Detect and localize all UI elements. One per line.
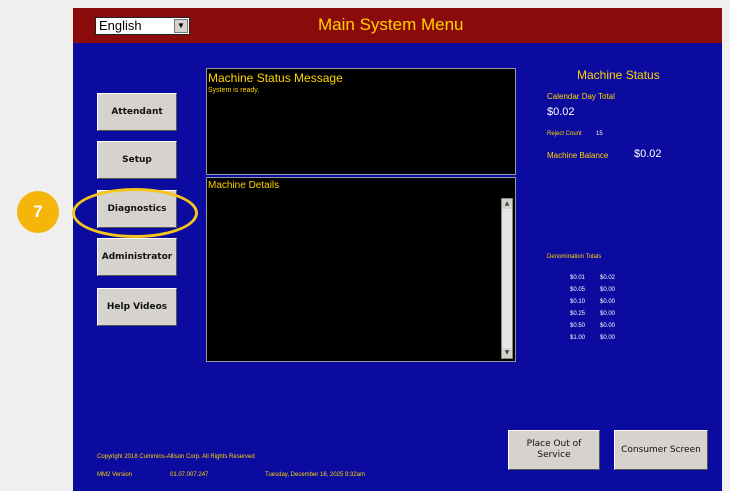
copyright-text: Copyright 2018 Cummins-Allison Corp. All… (97, 454, 255, 460)
calendar-day-total-value: $0.02 (547, 106, 575, 118)
administrator-button[interactable]: Administrator (97, 238, 177, 276)
version-label: MM2 Version (97, 472, 133, 478)
status-message-text: System is ready. (208, 87, 260, 94)
denomination-row: $0.50 $0.00 (570, 323, 616, 329)
title-bar: English ▼ Main System Menu (73, 8, 722, 43)
setup-button[interactable]: Setup (97, 141, 177, 179)
datetime-text: Tuesday, December 16, 2025 9:32am (265, 472, 366, 478)
page-title: Main System Menu (318, 15, 464, 34)
denomination-row: $0.05 $0.00 (570, 287, 616, 293)
language-select-value: English (99, 18, 142, 33)
dropdown-arrow-icon[interactable]: ▼ (174, 19, 188, 33)
denomination-row: $0.01 $0.02 (570, 275, 616, 281)
scroll-down-icon[interactable]: ▼ (502, 348, 512, 358)
step-number-badge: 7 (17, 191, 59, 233)
reject-count-value: 15 (596, 131, 603, 137)
reject-count-label: Reject Count (547, 131, 582, 137)
status-message-panel: Machine Status Message System is ready. (206, 68, 516, 175)
denomination-row: $1.00 $0.00 (570, 335, 616, 341)
version-value: 01.07.007.247 (170, 472, 209, 478)
denomination-row: $0.25 $0.00 (570, 311, 616, 317)
machine-details-title: Machine Details (208, 180, 280, 191)
diagnostics-highlight-ring (72, 188, 198, 238)
machine-status-title: Machine Status (577, 68, 660, 82)
calendar-day-total-label: Calendar Day Total (547, 92, 615, 101)
machine-balance-label: Machine Balance (547, 151, 609, 160)
attendant-button[interactable]: Attendant (97, 93, 177, 131)
details-scrollbar[interactable]: ▲ ▼ (501, 198, 513, 359)
scroll-up-icon[interactable]: ▲ (502, 199, 512, 209)
main-screen: English ▼ Main System Menu Attendant Set… (73, 8, 722, 491)
consumer-screen-button[interactable]: Consumer Screen (614, 430, 708, 470)
status-message-title: Machine Status Message (208, 71, 343, 85)
help-videos-button[interactable]: Help Videos (97, 288, 177, 326)
denomination-row: $0.10 $0.00 (570, 299, 616, 305)
machine-details-panel: Machine Details ▲ ▼ (206, 177, 516, 362)
language-select[interactable]: English ▼ (95, 17, 190, 35)
place-out-of-service-button[interactable]: Place Out of Service (508, 430, 600, 470)
machine-balance-value: $0.02 (634, 148, 662, 160)
denomination-totals-label: Denomination Totals (547, 254, 602, 260)
